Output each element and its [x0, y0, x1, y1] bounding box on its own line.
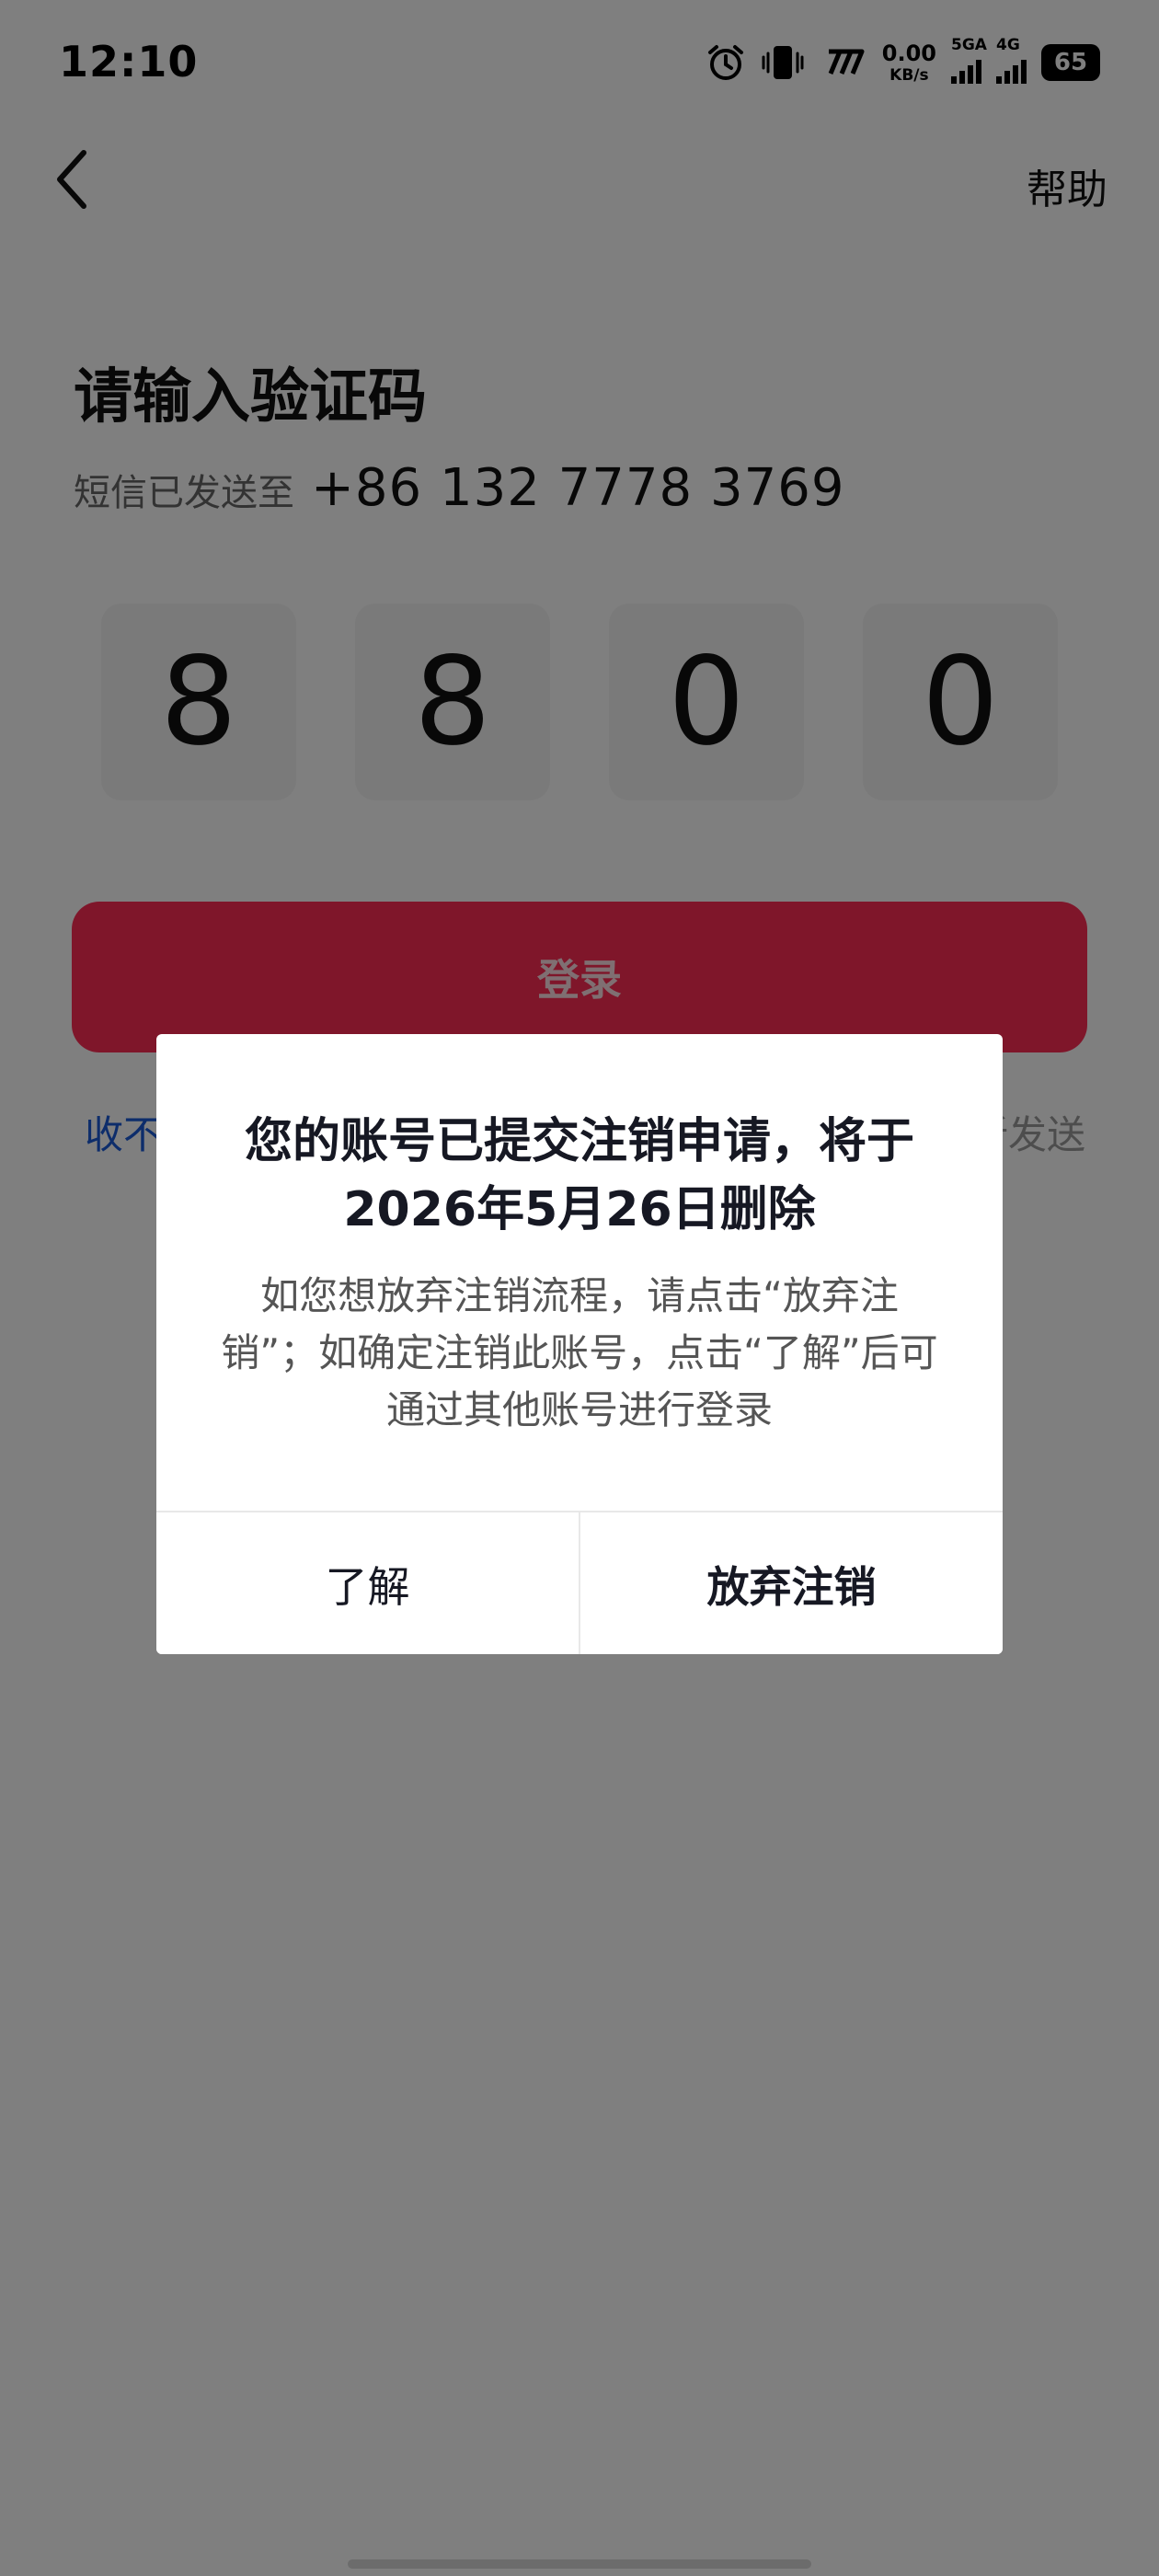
- account-deletion-dialog: 您的账号已提交注销申请，将于2026年5月26日删除 如您想放弃注销流程，请点击…: [156, 1034, 1003, 1654]
- dialog-title: 您的账号已提交注销申请，将于2026年5月26日删除: [244, 1114, 914, 1237]
- cancel-deletion-button[interactable]: 放弃注销: [580, 1512, 1003, 1654]
- understand-button[interactable]: 了解: [156, 1512, 580, 1654]
- dialog-message: 如您想放弃注销流程，请点击“放弃注销”；如确定注销此账号，点击“了解”后可通过其…: [221, 1273, 938, 1432]
- dialog-actions: 了解 放弃注销: [156, 1511, 1003, 1654]
